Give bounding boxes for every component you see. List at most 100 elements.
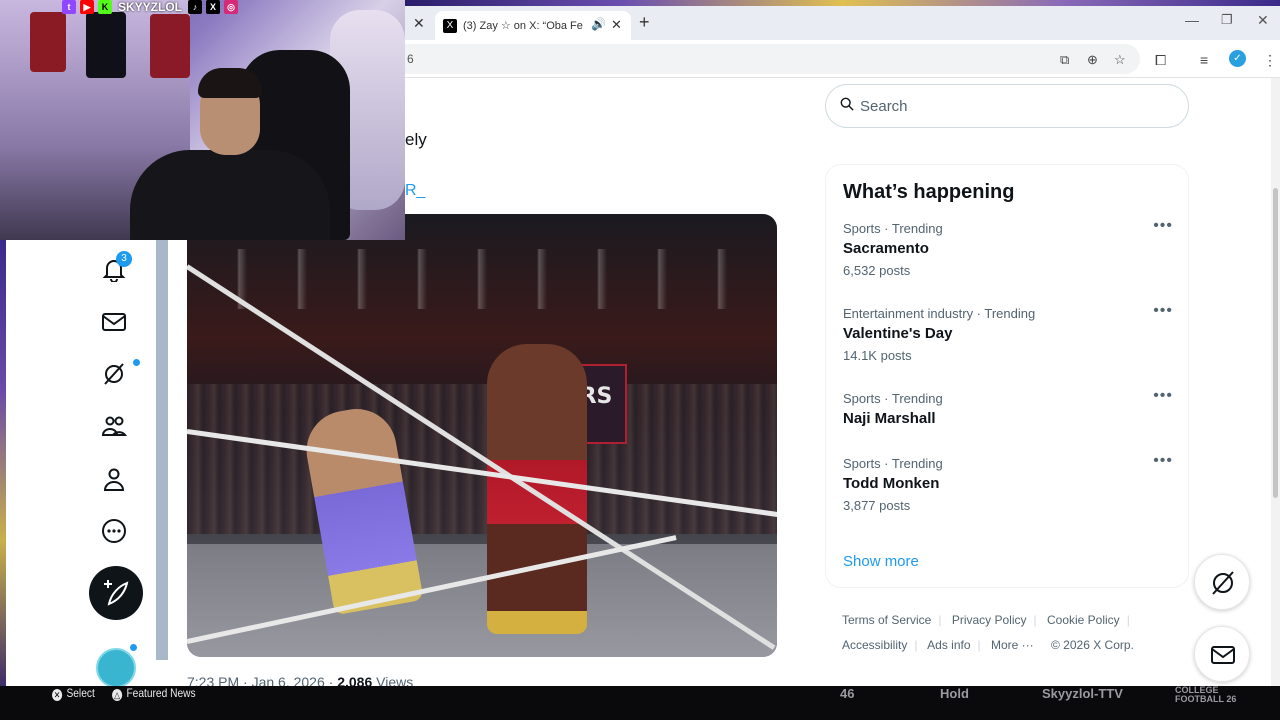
trend-name: Naji Marshall	[843, 410, 936, 427]
trend-meta: Sports · Trending	[843, 391, 943, 406]
post-text: ely	[405, 130, 427, 149]
ring-mat	[187, 544, 777, 657]
more-options-icon[interactable]: •••	[1153, 452, 1173, 470]
address-bar: 6 ⧉ ⊕ ☆ ⧠ ≡ ✓ ⋮	[405, 40, 1280, 78]
zoom-icon[interactable]: ⊕	[1087, 52, 1098, 68]
tab-strip: ✕ X (3) Zay ☆ on X: “Oba Femi 🔊 ✕ + — ❐ …	[405, 6, 1280, 40]
new-tab-plus-icon[interactable]: +	[639, 12, 650, 33]
social-handles-bar: t ▶ K SKYYZLOL ♪ X ◎	[62, 0, 239, 14]
messages-button[interactable]	[1194, 626, 1250, 682]
scrollbar-thumb[interactable]	[1273, 188, 1278, 498]
stream-bottom-bar: ✕ Select △ Featured News 46 Hold Skyyzlol-…	[0, 686, 1280, 720]
trend-meta: Sports · Trending	[843, 456, 943, 471]
more-options-icon[interactable]: •••	[1153, 217, 1173, 235]
minimize-icon[interactable]: —	[1185, 12, 1199, 28]
hold-hint: Hold	[940, 686, 969, 701]
trend-count: 3,877 posts	[843, 498, 911, 513]
grok-icon	[1212, 571, 1234, 595]
trends-panel: What’s happening Sports · Trending Sacra…	[825, 164, 1189, 588]
jersey-decor	[30, 12, 66, 72]
post-mention-link[interactable]: R_	[405, 182, 425, 200]
tiktok-icon: ♪	[188, 0, 203, 14]
trend-name: Valentine's Day	[843, 325, 953, 342]
trend-meta: Entertainment industry · Trending	[843, 306, 1036, 321]
more-options-icon[interactable]: •••	[1153, 302, 1173, 320]
trend-meta: Sports · Trending	[843, 221, 943, 236]
twitch-icon: t	[62, 0, 76, 14]
ads-info-link[interactable]: Ads info	[927, 638, 970, 652]
kick-icon: K	[98, 0, 112, 14]
streamer-body	[130, 150, 330, 240]
search-input[interactable]: Search	[825, 84, 1189, 128]
install-app-icon[interactable]: ⧉	[1060, 52, 1069, 68]
close-icon[interactable]: ✕	[611, 17, 622, 33]
triangle-button-icon: △	[112, 689, 123, 701]
post-video[interactable]: YEARS	[187, 214, 777, 657]
show-more-link[interactable]: Show more	[843, 553, 919, 570]
url-field[interactable]: 6 ⧉ ⊕ ☆	[405, 44, 1140, 74]
profile-icon[interactable]	[101, 466, 127, 492]
webcam-overlay: t ▶ K SKYYZLOL ♪ X ◎	[0, 0, 405, 240]
search-icon	[840, 97, 854, 111]
more-options-icon[interactable]: •••	[1153, 387, 1173, 405]
compose-post-button[interactable]	[89, 566, 143, 620]
streamer-handle: SKYYZLOL	[118, 0, 183, 14]
trends-heading: What’s happening	[843, 181, 1015, 203]
x-sidebar-area: 3 YEARS	[6, 214, 777, 690]
account-avatar[interactable]	[96, 648, 136, 688]
url-text: 6	[407, 52, 414, 66]
accessibility-link[interactable]: Accessibility	[842, 638, 907, 652]
youtube-icon: ▶	[80, 0, 94, 14]
maximize-icon[interactable]: ❐	[1221, 12, 1233, 28]
copyright: © 2026 X Corp.	[1051, 638, 1134, 652]
jersey-decor	[150, 14, 190, 78]
more-link[interactable]: More ···	[991, 638, 1034, 652]
trend-name: Todd Monken	[843, 475, 940, 492]
bookmark-star-icon[interactable]: ☆	[1114, 52, 1126, 68]
window-close-icon[interactable]: ✕	[1257, 12, 1269, 29]
search-placeholder: Search	[860, 98, 908, 115]
speaker-icon[interactable]: 🔊	[591, 17, 606, 31]
more-circle-icon[interactable]	[101, 518, 127, 544]
extensions-puzzle-icon[interactable]: ⧠	[1155, 52, 1166, 69]
privacy-link[interactable]: Privacy Policy	[952, 613, 1027, 627]
grok-indicator-dot	[133, 359, 140, 366]
terms-link[interactable]: Terms of Service	[842, 613, 931, 627]
close-icon[interactable]: ✕	[413, 15, 425, 32]
quill-plus-icon	[104, 580, 129, 606]
notification-badge: 3	[116, 251, 132, 267]
viewer-count: 46	[840, 686, 855, 701]
streamer-hair	[198, 68, 262, 98]
cross-button-icon: ✕	[52, 689, 63, 701]
featured-hint: △ Featured News	[112, 686, 196, 701]
media-controls-icon[interactable]: ≡	[1200, 52, 1208, 68]
active-tab[interactable]: X (3) Zay ☆ on X: “Oba Femi 🔊 ✕	[435, 11, 631, 40]
mail-icon	[1211, 646, 1235, 664]
trend-item[interactable]: Entertainment industry · Trending Valent…	[843, 302, 1173, 363]
select-hint: ✕ Select	[52, 686, 95, 701]
grok-button[interactable]	[1194, 554, 1250, 610]
scrollbar[interactable]	[1271, 78, 1280, 686]
tab-title: (3) Zay ☆ on X: “Oba Femi	[463, 20, 583, 32]
trend-item[interactable]: Sports · Trending Todd Monken 3,877 post…	[843, 452, 1173, 513]
trend-count: 14.1K posts	[843, 348, 912, 363]
messages-mail-icon[interactable]	[101, 309, 127, 335]
trend-count: 6,532 posts	[843, 263, 911, 278]
divider	[156, 240, 168, 660]
trend-name: Sacramento	[843, 240, 929, 257]
trend-item[interactable]: Sports · Trending Naji Marshall •••	[843, 387, 1173, 427]
arena-lights	[187, 249, 777, 309]
channel-name: Skyyzlol-TTV	[1042, 686, 1123, 701]
profile-extension-icon[interactable]: ✓	[1229, 50, 1246, 67]
grok-icon[interactable]	[101, 361, 127, 387]
wrestler-figure	[487, 344, 587, 634]
menu-kebab-icon[interactable]: ⋮	[1263, 52, 1277, 69]
jersey-decor	[86, 12, 126, 78]
x-logo-icon: X	[443, 19, 457, 33]
x-icon: X	[206, 0, 221, 14]
footer-links: Terms of Service | Privacy Policy | Cookie…	[842, 613, 1134, 652]
trend-item[interactable]: Sports · Trending Sacramento 6,532 posts…	[843, 217, 1173, 278]
communities-icon[interactable]	[101, 413, 127, 439]
cookie-link[interactable]: Cookie Policy	[1047, 613, 1120, 627]
game-logo: COLLEGE FOOTBALL 26	[1175, 685, 1237, 704]
